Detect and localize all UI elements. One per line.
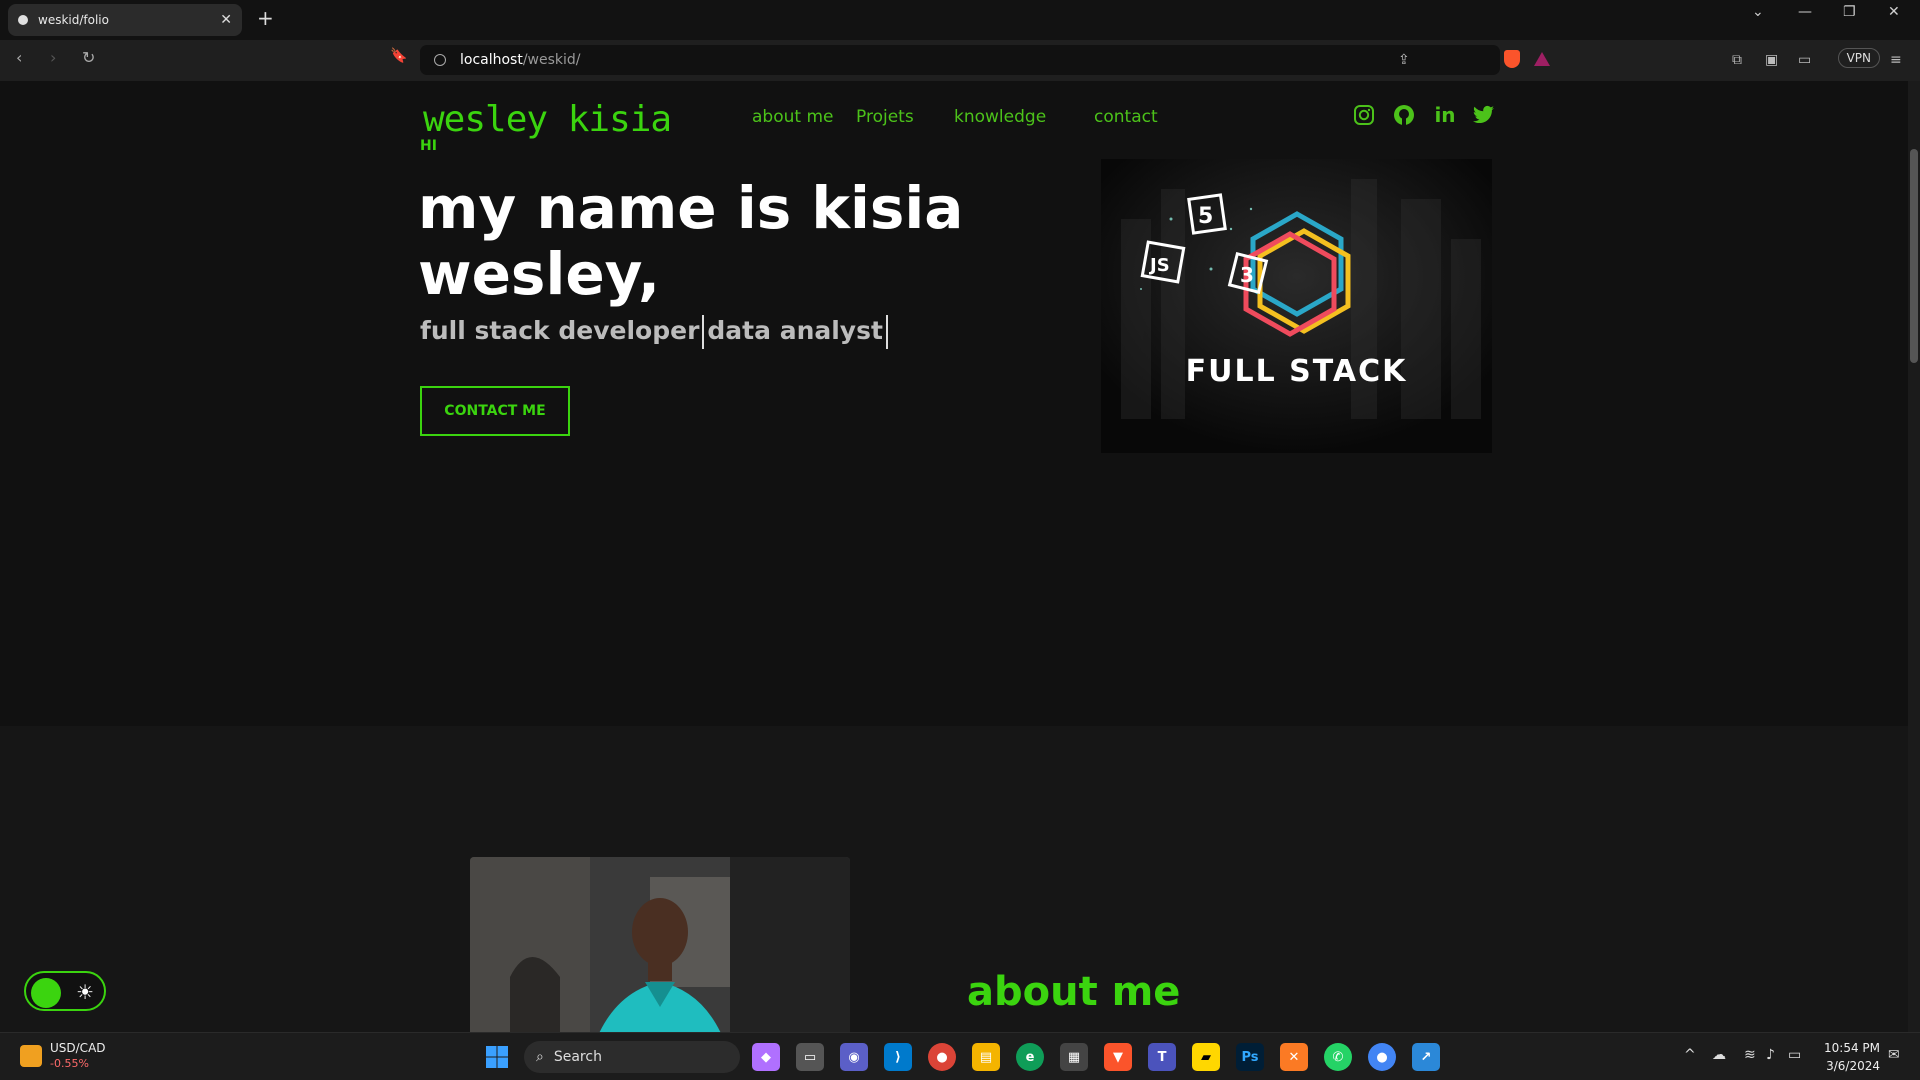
theme-toggle[interactable]: ☀: [24, 971, 106, 1011]
store-icon[interactable]: ▦: [1060, 1043, 1088, 1071]
clock-time: 10:54 PM: [1824, 1041, 1880, 1055]
linkedin-icon[interactable]: in: [1433, 103, 1457, 127]
chrome-app-icon[interactable]: ●: [1368, 1043, 1396, 1071]
close-tab-icon[interactable]: ✕: [220, 12, 232, 28]
svg-text:JS: JS: [1148, 255, 1170, 276]
greeting: HI: [420, 138, 437, 154]
chrome-icon[interactable]: ●: [928, 1043, 956, 1071]
taskbar-search[interactable]: ⌕ Search: [524, 1041, 740, 1073]
wifi-icon[interactable]: ≋: [1744, 1047, 1756, 1063]
brave-shields-icon[interactable]: [1504, 50, 1520, 68]
brave-rewards-icon[interactable]: [1534, 52, 1550, 66]
search-icon: ⌕: [536, 1049, 544, 1065]
contact-me-button[interactable]: CONTACT ME: [420, 386, 570, 436]
twitter-icon[interactable]: [1472, 103, 1496, 127]
browser-toolbar: ‹ › ↻ 🔖 localhost /weskid/ ⇪ ⧉ ▣ ▭ VPN ≡: [0, 40, 1920, 81]
favicon-icon: [18, 15, 28, 25]
onedrive-icon[interactable]: ☁: [1712, 1047, 1726, 1063]
typed-roles: full stack developer data analyst: [420, 315, 891, 349]
address-bar[interactable]: localhost /weskid/: [420, 45, 1500, 75]
notification-icon[interactable]: ✉: [1888, 1047, 1900, 1063]
ticker-name: USD/CAD: [50, 1041, 106, 1055]
page-scrollbar[interactable]: [1908, 81, 1920, 1032]
back-icon[interactable]: ‹: [16, 48, 22, 67]
battery-icon[interactable]: ▭: [1788, 1047, 1801, 1063]
scrollbar-thumb[interactable]: [1910, 149, 1918, 363]
forward-icon[interactable]: ›: [50, 48, 56, 67]
restore-icon[interactable]: ❐: [1843, 4, 1856, 20]
wallet-icon[interactable]: ▭: [1798, 52, 1811, 68]
teams-chat-icon[interactable]: ◉: [840, 1043, 868, 1071]
extensions-icon[interactable]: ⧉: [1732, 52, 1742, 68]
menu-icon[interactable]: ≡: [1890, 52, 1902, 68]
instagram-icon[interactable]: [1352, 103, 1376, 127]
search-placeholder: Search: [553, 1049, 602, 1065]
volume-icon[interactable]: ♪: [1766, 1047, 1775, 1063]
typing-cursor: [702, 315, 705, 349]
url-host: localhost: [460, 52, 523, 68]
web-page: wesley kisia about me Projets knowledge …: [0, 81, 1908, 1032]
close-window-icon[interactable]: ✕: [1888, 4, 1900, 20]
minimize-icon[interactable]: —: [1798, 4, 1812, 20]
copilot-icon[interactable]: ◆: [752, 1043, 780, 1071]
teams-icon[interactable]: T: [1148, 1043, 1176, 1071]
card-caption: FULL STACK: [1185, 354, 1408, 389]
about-section-title: about me: [967, 969, 1181, 1015]
reload-icon[interactable]: ↻: [82, 48, 95, 67]
full-stack-illustration: 5 JS 3: [1101, 159, 1492, 453]
url-path: /weskid/: [522, 52, 581, 68]
xampp-icon[interactable]: ✕: [1280, 1043, 1308, 1071]
brave-taskbar-icon[interactable]: ▼: [1104, 1043, 1132, 1071]
file-explorer-icon[interactable]: ▤: [972, 1043, 1000, 1071]
bookmark-icon[interactable]: 🔖: [390, 48, 407, 64]
hero-headline: my name is kisia wesley,: [418, 174, 964, 308]
svg-text:3: 3: [1240, 263, 1254, 287]
svg-text:5: 5: [1198, 204, 1213, 229]
ticker-change: -0.55%: [50, 1057, 89, 1070]
whatsapp-icon[interactable]: ✆: [1324, 1043, 1352, 1071]
github-icon[interactable]: [1392, 103, 1416, 127]
role-text-1: full stack developer: [420, 316, 700, 345]
edge-icon[interactable]: e: [1016, 1043, 1044, 1071]
profile-photo: [470, 857, 850, 1032]
share-icon[interactable]: ⇪: [1398, 52, 1410, 68]
nav-about-me[interactable]: about me: [752, 107, 833, 127]
sidebar-icon[interactable]: ▣: [1765, 52, 1778, 68]
vpn-button[interactable]: VPN: [1837, 48, 1880, 68]
browser-tab[interactable]: weskid/folio ✕: [8, 4, 242, 36]
nav-projects[interactable]: Projets: [856, 107, 914, 127]
full-stack-image: 5 JS 3 FULL STACK: [1101, 159, 1492, 453]
tab-list-icon[interactable]: ⌄: [1752, 4, 1764, 20]
chevron-up-icon[interactable]: ^: [1684, 1047, 1696, 1063]
windows-start-icon[interactable]: [483, 1043, 511, 1071]
role-text-2: data analyst: [707, 316, 883, 345]
task-view-icon[interactable]: ▭: [796, 1043, 824, 1071]
stock-widget[interactable]: USD/CAD -0.55%: [20, 1041, 106, 1071]
typing-cursor: [885, 315, 888, 349]
new-tab-icon[interactable]: +: [257, 6, 274, 30]
nav-knowledge[interactable]: knowledge: [954, 107, 1046, 127]
vscode-icon[interactable]: ⟩: [884, 1043, 912, 1071]
nav-contact[interactable]: contact: [1094, 107, 1158, 127]
hero-section: wesley kisia about me Projets knowledge …: [0, 81, 1908, 726]
stocks-icon: [20, 1045, 42, 1067]
clock-date: 3/6/2024: [1826, 1059, 1880, 1073]
sun-icon: ☀: [76, 980, 94, 1004]
toggle-knob: [31, 978, 61, 1008]
site-info-icon[interactable]: [434, 54, 446, 66]
tab-title: weskid/folio: [38, 13, 109, 27]
app-icon[interactable]: ↗: [1412, 1043, 1440, 1071]
clock[interactable]: 10:54 PM 3/6/2024: [1824, 1039, 1880, 1075]
site-logo[interactable]: wesley kisia: [423, 99, 672, 140]
photoshop-icon[interactable]: Ps: [1236, 1043, 1264, 1071]
sticky-notes-icon[interactable]: ▰: [1192, 1043, 1220, 1071]
portrait-illustration: [470, 857, 850, 1032]
taskbar: USD/CAD -0.55% ⌕ Search ◆ ▭ ◉ ⟩ ● ▤ e ▦ …: [0, 1032, 1920, 1080]
browser-tab-bar: weskid/folio ✕ + ⌄ — ❐ ✕: [0, 0, 1920, 40]
